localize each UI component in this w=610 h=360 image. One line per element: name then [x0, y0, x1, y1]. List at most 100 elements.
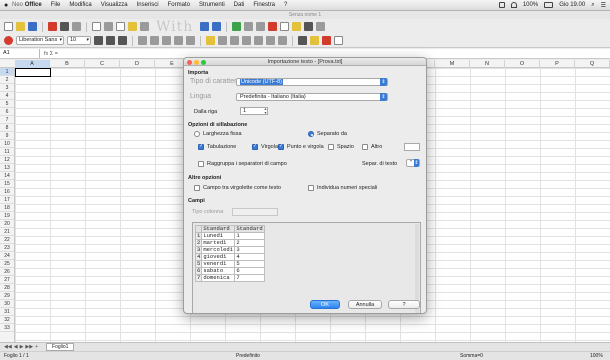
row-header[interactable]: 26 — [0, 268, 14, 276]
column-header[interactable]: D — [120, 60, 155, 68]
pivot-table-icon[interactable] — [280, 22, 290, 31]
column-header[interactable]: B — [50, 60, 85, 68]
menu-visualizza[interactable]: Visualizza — [101, 2, 128, 8]
row-header[interactable]: 13 — [0, 164, 14, 172]
increase-indent-icon[interactable] — [278, 36, 287, 45]
row-header[interactable]: 12 — [0, 156, 14, 164]
row-header[interactable]: 9 — [0, 132, 14, 140]
row-header[interactable]: 7 — [0, 116, 14, 124]
close-window-icon[interactable] — [187, 59, 192, 65]
menu-list-icon[interactable]: ☰ — [601, 2, 606, 9]
apple-icon[interactable]: ● — [4, 2, 12, 9]
last-sheet-icon[interactable]: ▶▶ — [25, 344, 33, 350]
row-header[interactable]: 8 — [0, 124, 14, 132]
menu-finestra[interactable]: Finestra — [253, 2, 275, 8]
help-button[interactable]: ? — [388, 300, 420, 309]
cast-icon[interactable] — [498, 2, 505, 8]
row-header[interactable]: 27 — [0, 276, 14, 284]
menu-formato[interactable]: Formato — [168, 2, 190, 8]
stepper-arrows-icon[interactable]: ▲ ▼ — [263, 107, 268, 115]
row-header[interactable]: 32 — [0, 316, 14, 324]
language-select[interactable]: Predefinita - Italiano (Italia) ⇕ — [236, 93, 388, 101]
ok-button[interactable]: OK — [310, 300, 340, 309]
menu-dati[interactable]: Dati — [234, 2, 245, 8]
row-header[interactable]: 3 — [0, 84, 14, 92]
row-header[interactable]: 4 — [0, 92, 14, 100]
menu-modifica[interactable]: Modifica — [69, 2, 91, 8]
other-separator-field[interactable] — [404, 143, 420, 151]
row-header[interactable]: 5 — [0, 100, 14, 108]
space-checkbox[interactable] — [328, 144, 334, 150]
row-header[interactable]: 10 — [0, 140, 14, 148]
other-checkbox[interactable] — [362, 144, 368, 150]
spellcheck-icon[interactable] — [92, 22, 101, 31]
column-header[interactable]: M — [435, 60, 470, 68]
column-header[interactable]: N — [470, 60, 505, 68]
row-header[interactable]: 24 — [0, 252, 14, 260]
cancel-button[interactable]: Annulla — [348, 300, 382, 309]
menu-file[interactable]: File — [51, 2, 61, 8]
charset-select[interactable]: Unicode (UTF-8) ⇕ — [236, 78, 388, 86]
semicolon-checkbox[interactable] — [278, 143, 284, 150]
row-header[interactable]: 14 — [0, 172, 14, 180]
cut-icon[interactable] — [104, 22, 113, 31]
column-header[interactable]: O — [505, 60, 540, 68]
sort-descending-icon[interactable] — [256, 22, 266, 31]
app-menu[interactable]: Neo Office — [12, 2, 42, 8]
currency-format-icon[interactable] — [206, 36, 215, 45]
align-left-icon[interactable] — [138, 36, 147, 45]
navigator-icon[interactable] — [292, 22, 302, 31]
fixed-width-radio[interactable] — [194, 131, 200, 137]
wifi-icon[interactable] — [510, 2, 517, 8]
borders-icon[interactable] — [298, 36, 307, 45]
underline-icon[interactable] — [118, 36, 127, 45]
row-header[interactable]: 1 — [0, 68, 14, 76]
row-header[interactable]: 21 — [0, 228, 14, 236]
battery-percent[interactable]: 100% — [523, 2, 538, 8]
row-header[interactable]: 6 — [0, 108, 14, 116]
number-format-icon[interactable] — [230, 36, 239, 45]
tab-checkbox[interactable] — [198, 143, 204, 150]
align-center-icon[interactable] — [150, 36, 159, 45]
menu-inserisci[interactable]: Inserisci — [137, 2, 159, 8]
function-wizard-icon[interactable]: fx Σ = — [44, 51, 58, 57]
separated-by-radio[interactable] — [308, 131, 314, 137]
decrease-indent-icon[interactable] — [266, 36, 275, 45]
column-type-select[interactable] — [232, 208, 278, 216]
add-decimal-icon[interactable] — [242, 36, 251, 45]
column-header[interactable]: A — [15, 60, 50, 68]
copy-icon[interactable] — [116, 22, 125, 31]
open-folder-icon[interactable] — [16, 22, 25, 31]
row-header[interactable]: 30 — [0, 300, 14, 308]
row-header[interactable]: 19 — [0, 212, 14, 220]
row-header[interactable]: 25 — [0, 260, 14, 268]
font-size-select[interactable]: 10 — [67, 36, 91, 45]
row-header[interactable]: 2 — [0, 76, 14, 84]
add-sheet-icon[interactable]: + — [35, 344, 38, 350]
quoted-as-text-checkbox[interactable] — [194, 185, 200, 191]
status-zoom[interactable]: 100% — [590, 352, 603, 360]
menu-help[interactable]: ? — [284, 2, 287, 8]
row-header[interactable]: 15 — [0, 180, 14, 188]
clock[interactable]: Gio 19.00 — [559, 2, 585, 8]
font-color-icon[interactable] — [322, 36, 331, 45]
background-color-icon[interactable] — [310, 36, 319, 45]
row-header[interactable]: 16 — [0, 188, 14, 196]
menu-strumenti[interactable]: Strumenti — [199, 2, 225, 8]
new-document-icon[interactable] — [4, 22, 13, 31]
first-sheet-icon[interactable]: ◀◀ — [4, 344, 12, 350]
comma-checkbox[interactable] — [252, 143, 258, 150]
row-header[interactable]: 33 — [0, 324, 14, 332]
clone-format-icon[interactable] — [140, 22, 149, 31]
row-header[interactable]: 11 — [0, 148, 14, 156]
italic-icon[interactable] — [106, 36, 115, 45]
column-header[interactable]: C — [85, 60, 120, 68]
draw-functions-icon[interactable] — [304, 22, 314, 31]
row-header[interactable]: 31 — [0, 308, 14, 316]
redo-icon[interactable] — [212, 22, 222, 31]
undo-icon[interactable] — [200, 22, 210, 31]
align-right-icon[interactable] — [162, 36, 171, 45]
sheet-tab[interactable]: Foglio1 — [46, 343, 75, 351]
row-header[interactable]: 17 — [0, 196, 14, 204]
name-box[interactable]: A1 — [0, 49, 40, 58]
